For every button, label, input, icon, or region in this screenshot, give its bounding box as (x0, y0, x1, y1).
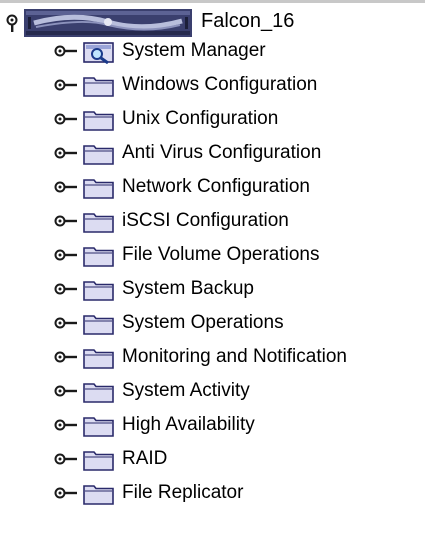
server-icon (24, 9, 192, 37)
folder-icon (83, 179, 114, 199)
collapsed-handle-icon[interactable] (54, 452, 78, 466)
tree-item-label[interactable]: Anti Virus Configuration (122, 141, 321, 165)
collapsed-handle-icon[interactable] (54, 180, 78, 194)
tree-item-label[interactable]: File Volume Operations (122, 243, 320, 267)
collapsed-handle-icon[interactable] (54, 214, 78, 228)
tree-item-unix-configuration[interactable]: Unix Configuration (0, 104, 425, 136)
tree-item-label[interactable]: RAID (122, 447, 167, 471)
folder-icon (83, 213, 114, 233)
tree-item-label[interactable]: Network Configuration (122, 175, 310, 199)
collapsed-handle-icon[interactable] (54, 316, 78, 330)
collapsed-handle-icon[interactable] (54, 78, 78, 92)
collapsed-handle-icon[interactable] (54, 44, 78, 58)
tree-item-high-availability[interactable]: High Availability (0, 410, 425, 442)
expanded-handle-icon[interactable] (4, 14, 20, 32)
folder-icon (83, 417, 114, 437)
collapsed-handle-icon[interactable] (54, 282, 78, 296)
tree-item-label[interactable]: iSCSI Configuration (122, 209, 289, 233)
tree-item-file-replicator[interactable]: File Replicator (0, 478, 425, 510)
tree-item-monitoring-and-notification[interactable]: Monitoring and Notification (0, 342, 425, 374)
folder-icon (83, 77, 114, 97)
tree-item-windows-configuration[interactable]: Windows Configuration (0, 70, 425, 102)
tree-item-system-backup[interactable]: System Backup (0, 274, 425, 306)
tree-item-label[interactable]: High Availability (122, 413, 255, 437)
system-manager-icon (83, 42, 114, 64)
tree-item-label[interactable]: Windows Configuration (122, 73, 317, 97)
tree-item-system-manager[interactable]: System Manager (0, 36, 425, 68)
folder-icon (83, 383, 114, 403)
collapsed-handle-icon[interactable] (54, 384, 78, 398)
folder-icon (83, 315, 114, 335)
tree-item-system-operations[interactable]: System Operations (0, 308, 425, 340)
folder-icon (83, 111, 114, 131)
tree-item-network-configuration[interactable]: Network Configuration (0, 172, 425, 204)
tree-item-label[interactable]: File Replicator (122, 481, 243, 505)
folder-icon (83, 349, 114, 369)
tree-item-file-volume-operations[interactable]: File Volume Operations (0, 240, 425, 272)
tree-item-label[interactable]: System Activity (122, 379, 250, 403)
tree-item-system-activity[interactable]: System Activity (0, 376, 425, 408)
navigation-tree: Falcon_16 System Manager Windows Configu… (0, 0, 425, 536)
tree-item-label[interactable]: Unix Configuration (122, 107, 278, 131)
folder-icon (83, 145, 114, 165)
tree-item-label[interactable]: Monitoring and Notification (122, 345, 347, 369)
collapsed-handle-icon[interactable] (54, 112, 78, 126)
tree-item-label[interactable]: System Backup (122, 277, 254, 301)
tree-root-falcon[interactable]: Falcon_16 (0, 6, 425, 37)
folder-icon (83, 485, 114, 505)
collapsed-handle-icon[interactable] (54, 486, 78, 500)
folder-icon (83, 247, 114, 267)
tree-item-iscsi-configuration[interactable]: iSCSI Configuration (0, 206, 425, 238)
collapsed-handle-icon[interactable] (54, 350, 78, 364)
collapsed-handle-icon[interactable] (54, 248, 78, 262)
collapsed-handle-icon[interactable] (54, 146, 78, 160)
collapsed-handle-icon[interactable] (54, 418, 78, 432)
tree-root-label[interactable]: Falcon_16 (201, 9, 294, 33)
tree-item-label[interactable]: System Manager (122, 39, 266, 63)
folder-icon (83, 281, 114, 301)
tree-item-raid[interactable]: RAID (0, 444, 425, 476)
folder-icon (83, 451, 114, 471)
tree-item-label[interactable]: System Operations (122, 311, 284, 335)
tree-item-anti-virus-configuration[interactable]: Anti Virus Configuration (0, 138, 425, 170)
